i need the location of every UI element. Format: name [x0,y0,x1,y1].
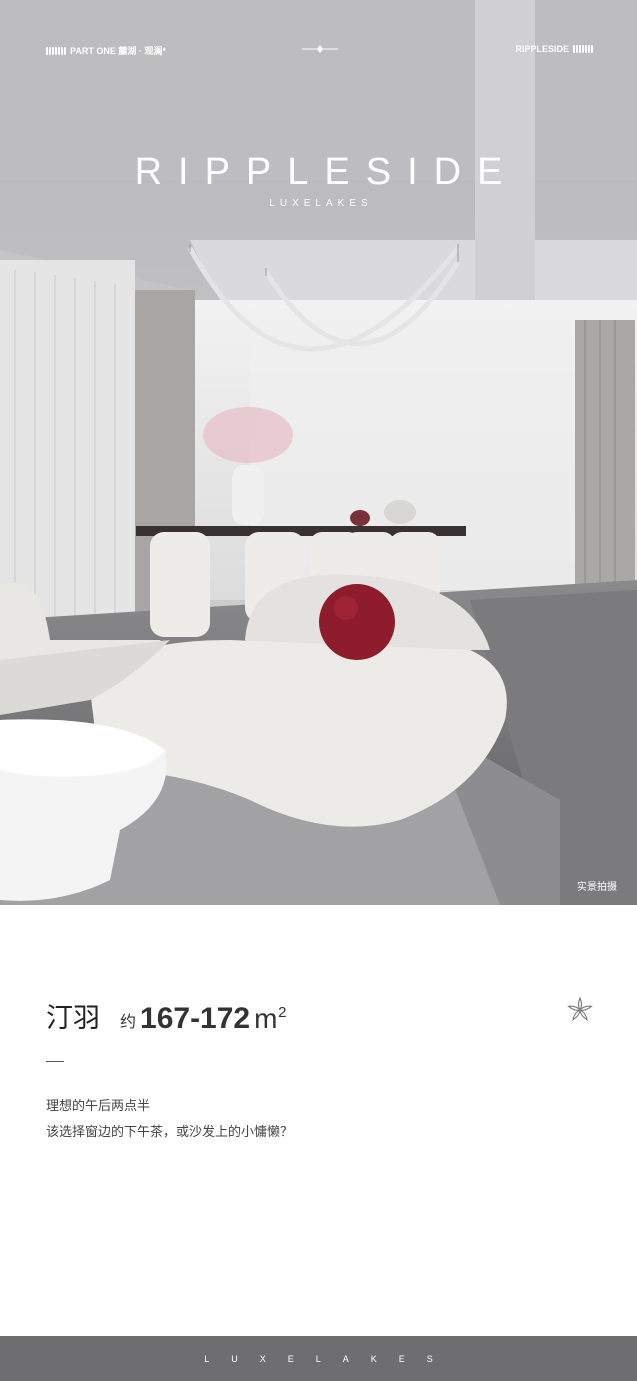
unit-measure: m2 [254,1002,286,1036]
header-right: RIPPLESIDE [515,44,593,54]
unit-measure-sup: 2 [278,1004,287,1021]
unit-title-row: 汀羽 约 167-172 m2 [46,996,286,1036]
header-left-label: PART ONE 麓湖 · 观澜* [70,46,166,56]
footer-letter: E [287,1353,294,1364]
header-left: PART ONE 麓湖 · 观澜* [46,44,166,57]
footer-letter: L [204,1353,210,1364]
footer-letter: U [231,1353,238,1364]
footer-letter: A [342,1353,349,1364]
description: 理想的午后两点半 该选择窗边的下午茶，或沙发上的小慵懒？ [46,1094,293,1146]
top-bar: PART ONE 麓湖 · 观澜* RIPPLESIDE [46,40,593,60]
footer-letter: K [370,1353,377,1364]
interior-scene [0,0,637,905]
brand-title: RIPPLESIDE [134,151,519,193]
footer-letter: L [315,1353,321,1364]
unit-measure-label: m [254,1003,278,1034]
unit-name: 汀羽 [46,1003,100,1034]
brand-subtitle: LUXELAKES [269,198,373,209]
header-right-label: RIPPLESIDE [515,44,569,54]
description-line-1: 理想的午后两点半 [46,1099,151,1114]
footer-letters: L U X E L A K E S [204,1354,433,1364]
bars-icon [573,45,593,53]
photo-caption: 实景拍摄 [577,882,617,893]
bars-icon [46,46,66,55]
divider-dash [46,1061,64,1062]
description-line-2: 该选择窗边的下午茶，或沙发上的小慵懒？ [46,1125,294,1140]
asterisk-icon [567,996,593,1021]
unit-area: 167-172 [140,1002,251,1035]
hero-photo: PART ONE 麓湖 · 观澜* RIPPLESIDE RIPPLESIDE … [0,0,637,905]
footer-letter: E [398,1353,405,1364]
sparkle-divider-icon [301,45,338,53]
footer-letter: S [426,1353,433,1364]
unit-approx: 约 [120,1012,137,1031]
footer-bar: L U X E L A K E S [0,1336,637,1381]
brand-block: RIPPLESIDE LUXELAKES [0,150,637,209]
footer-letter: X [259,1353,266,1364]
